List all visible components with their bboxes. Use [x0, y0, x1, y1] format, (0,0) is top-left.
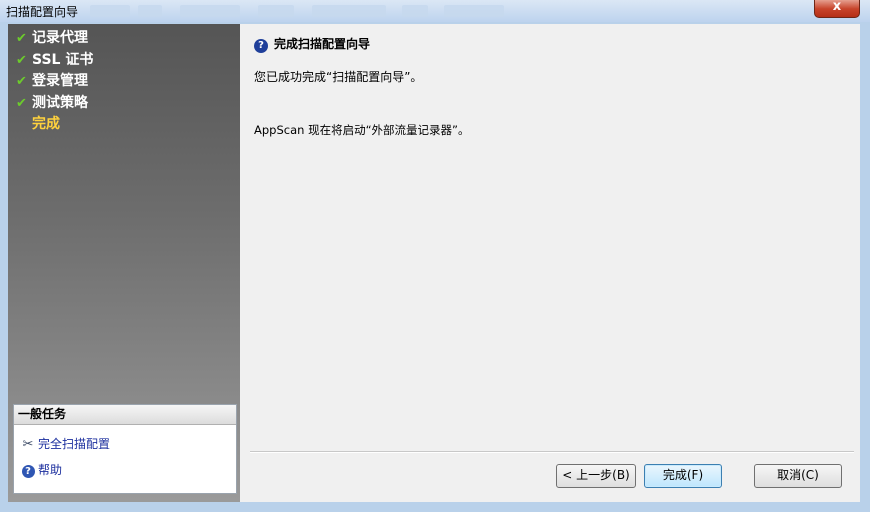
step-item: ✔ 测试策略 [16, 93, 93, 115]
task-label: 帮助 [38, 463, 63, 477]
background-ghost [258, 5, 294, 17]
divider [250, 451, 854, 453]
step-label: SSL 证书 [32, 51, 94, 68]
title-bar[interactable]: 扫描配置向导 x [0, 0, 870, 22]
general-tasks-header: 一般任务 [14, 405, 236, 425]
page-title-text: 完成扫描配置向导 [274, 37, 371, 51]
help-icon: ? [254, 39, 268, 53]
background-ghost [402, 5, 428, 17]
background-ghost [90, 5, 130, 17]
check-icon: ✔ [16, 52, 27, 68]
task-help[interactable]: ? 帮助 [20, 461, 62, 479]
step-label: 完成 [32, 116, 60, 132]
finish-button[interactable]: 完成(F) [644, 464, 722, 488]
window-title: 扫描配置向导 [6, 5, 79, 19]
cancel-button[interactable]: 取消(C) [754, 464, 842, 488]
check-icon: ✔ [16, 31, 27, 46]
help-icon: ? [20, 461, 36, 479]
task-full-scan-config[interactable]: ✂ 完全扫描配置 [20, 435, 110, 453]
check-icon: ✔ [16, 74, 27, 89]
background-ghost [180, 5, 240, 17]
back-button[interactable]: < 上一步(B) [556, 464, 636, 488]
wizard-window: 扫描配置向导 x ✔ 记录代理 ✔ SSL 证书 ✔ 登录管理 ✔ 测试策略 完成 [0, 0, 870, 512]
step-label: 登录管理 [32, 73, 88, 89]
tools-icon: ✂ [22, 437, 34, 452]
close-button[interactable]: x [814, 0, 860, 18]
step-item: ✔ 记录代理 [16, 28, 93, 50]
general-tasks-panel: 一般任务 ✂ 完全扫描配置 ? 帮助 [13, 404, 237, 494]
page-title: ? 完成扫描配置向导 [254, 35, 370, 53]
success-message: 您已成功完成“扫描配置向导”。 [254, 70, 423, 84]
step-item: ✔ SSL 证书 [16, 50, 93, 72]
step-label: 记录代理 [32, 30, 88, 46]
step-item-current: 完成 [16, 114, 93, 136]
step-list: ✔ 记录代理 ✔ SSL 证书 ✔ 登录管理 ✔ 测试策略 完成 [16, 28, 93, 136]
background-ghost [444, 5, 504, 17]
content-panel: ? 完成扫描配置向导 您已成功完成“扫描配置向导”。 AppScan 现在将启动“… [240, 24, 860, 502]
check-icon: ✔ [16, 95, 27, 111]
task-label: 完全扫描配置 [38, 437, 111, 451]
background-ghost [138, 5, 162, 17]
next-action-message: AppScan 现在将启动“外部流量记录器”。 [254, 123, 470, 137]
step-label: 测试策略 [32, 94, 88, 111]
step-item: ✔ 登录管理 [16, 71, 93, 93]
background-ghost [312, 5, 386, 17]
steps-panel: ✔ 记录代理 ✔ SSL 证书 ✔ 登录管理 ✔ 测试策略 完成 一般任务 ✂ 完全扫描配… [8, 24, 240, 502]
